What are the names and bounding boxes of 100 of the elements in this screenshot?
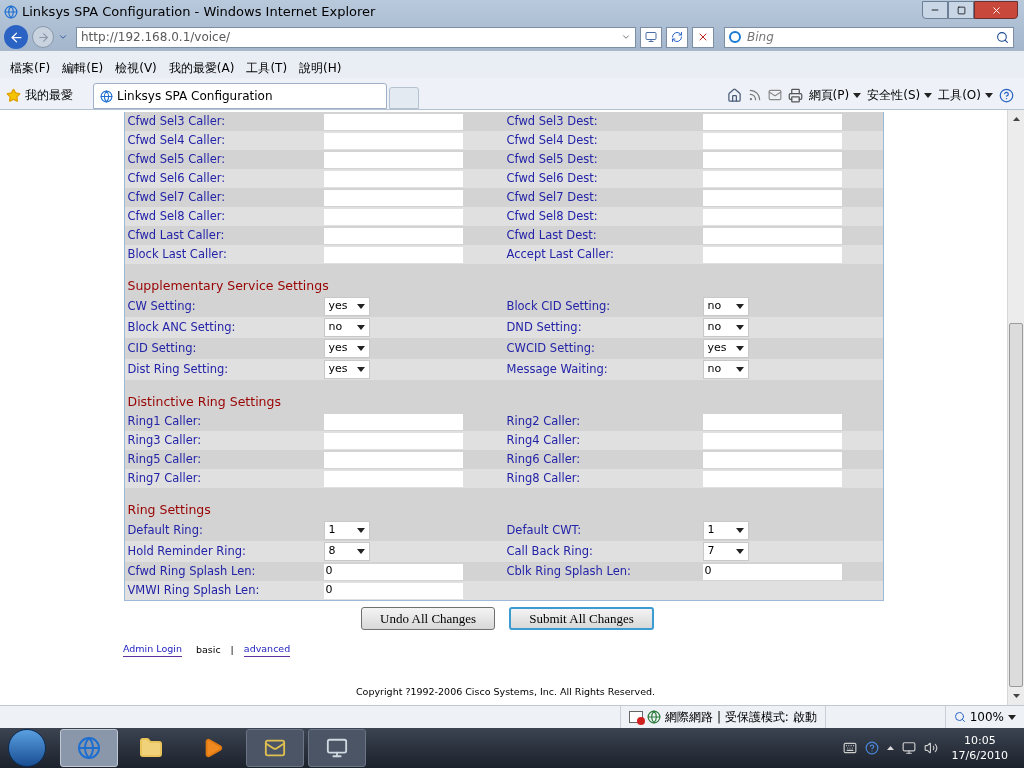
- mail-taskbar-icon[interactable]: [246, 729, 304, 767]
- feed-icon[interactable]: [747, 88, 762, 102]
- text-field[interactable]: 0: [323, 563, 463, 580]
- text-field[interactable]: [702, 189, 842, 206]
- caret-icon: [735, 346, 744, 351]
- dropdown[interactable]: no: [323, 318, 370, 337]
- field-label: Cfwd Sel7 Dest:: [506, 189, 599, 206]
- text-field[interactable]: [323, 113, 463, 130]
- text-field[interactable]: 0: [323, 582, 463, 599]
- dropdown[interactable]: no: [702, 318, 749, 337]
- refresh-icon: [671, 31, 683, 43]
- dropdown[interactable]: yes: [702, 339, 749, 358]
- stop-button[interactable]: [692, 26, 714, 48]
- form-button[interactable]: Submit All Changes: [509, 607, 654, 630]
- home-icon[interactable]: [726, 87, 742, 103]
- new-tab-button[interactable]: [389, 87, 419, 109]
- section-title: Distinctive Ring Settings: [127, 393, 281, 412]
- scroll-up-icon[interactable]: [1012, 117, 1020, 121]
- menu-item[interactable]: 我的最愛(A): [162, 58, 241, 77]
- text-field[interactable]: [702, 413, 842, 430]
- command-menu[interactable]: 工具(O): [938, 86, 993, 104]
- dropdown[interactable]: yes: [323, 297, 370, 316]
- dropdown-icon: [621, 32, 631, 42]
- text-field[interactable]: [323, 170, 463, 187]
- text-field[interactable]: 0: [702, 563, 842, 580]
- menu-item[interactable]: 檔案(F): [4, 58, 57, 77]
- dropdown[interactable]: no: [702, 360, 749, 379]
- text-field[interactable]: [323, 470, 463, 487]
- address-field[interactable]: http://192.168.0.1/voice/: [76, 26, 636, 48]
- dropdown[interactable]: yes: [323, 360, 370, 379]
- start-button[interactable]: [8, 729, 46, 767]
- text-field[interactable]: [323, 413, 463, 430]
- dropdown[interactable]: 7: [702, 542, 749, 561]
- menu-item[interactable]: 檢視(V): [109, 58, 163, 77]
- menu-item[interactable]: 編輯(E): [56, 58, 110, 77]
- browser-tab[interactable]: Linksys SPA Configuration: [93, 83, 387, 109]
- command-menu[interactable]: 安全性(S): [867, 86, 933, 104]
- dropdown[interactable]: no: [702, 297, 749, 316]
- text-field[interactable]: [702, 227, 842, 244]
- nav-link[interactable]: Admin Login: [123, 642, 182, 658]
- text-field[interactable]: [323, 227, 463, 244]
- window-taskbar-icon[interactable]: [308, 729, 366, 767]
- dropdown[interactable]: 1: [323, 521, 370, 540]
- menu-item[interactable]: 說明(H): [293, 58, 348, 77]
- form-button[interactable]: Undo All Changes: [361, 607, 496, 630]
- caret-icon: [356, 367, 365, 372]
- text-field[interactable]: [702, 132, 842, 149]
- text-field[interactable]: [702, 246, 842, 263]
- help-icon[interactable]: [999, 87, 1014, 103]
- text-field[interactable]: [702, 432, 842, 449]
- field-label: Block ANC Setting:: [127, 319, 237, 336]
- caret-icon: [853, 92, 862, 98]
- keyboard-icon[interactable]: [842, 741, 857, 755]
- help-icon[interactable]: [864, 741, 879, 755]
- dropdown[interactable]: yes: [323, 339, 370, 358]
- history-dropdown-icon[interactable]: [58, 32, 68, 42]
- text-field[interactable]: [702, 470, 842, 487]
- field-label: Cfwd Sel5 Caller:: [127, 151, 227, 168]
- command-menu[interactable]: 網頁(P): [808, 86, 862, 104]
- search-icon[interactable]: [996, 30, 1009, 44]
- minimize-button[interactable]: [922, 1, 948, 19]
- dropdown[interactable]: 1: [702, 521, 749, 540]
- text-field[interactable]: [702, 451, 842, 468]
- favorites-button[interactable]: 我的最愛: [25, 86, 73, 104]
- nav-link[interactable]: advanced: [243, 642, 291, 658]
- zoom-level[interactable]: 100%: [969, 708, 1004, 726]
- dropdown[interactable]: 8: [323, 542, 370, 561]
- text-field[interactable]: [702, 170, 842, 187]
- field-label: Ring7 Caller:: [127, 470, 203, 487]
- clock-date[interactable]: 17/6/2010: [951, 748, 1008, 763]
- refresh-button[interactable]: [666, 26, 688, 48]
- text-field[interactable]: [702, 113, 842, 130]
- text-field[interactable]: [702, 151, 842, 168]
- text-field[interactable]: [323, 208, 463, 225]
- search-field[interactable]: Bing: [724, 26, 1014, 48]
- text-field[interactable]: [323, 432, 463, 449]
- maximize-button[interactable]: [948, 1, 974, 19]
- menu-item[interactable]: 工具(T): [240, 58, 294, 77]
- back-button[interactable]: [4, 25, 28, 49]
- text-field[interactable]: [323, 451, 463, 468]
- text-field[interactable]: [323, 189, 463, 206]
- field-label: Cfwd Ring Splash Len:: [127, 563, 257, 580]
- compatibility-button[interactable]: [640, 26, 662, 48]
- show-hidden-icons-icon[interactable]: [886, 746, 894, 750]
- field-label: Block CID Setting:: [506, 298, 612, 315]
- clock-time[interactable]: 10:05: [963, 733, 996, 748]
- field-label: Cfwd Sel8 Dest:: [506, 208, 599, 225]
- scroll-down-icon[interactable]: [1012, 694, 1020, 698]
- field-label: Cfwd Sel7 Caller:: [127, 189, 227, 206]
- mail-icon[interactable]: [767, 88, 782, 102]
- scrollbar[interactable]: [1007, 110, 1024, 705]
- print-icon[interactable]: [787, 87, 803, 103]
- close-button[interactable]: [974, 1, 1018, 19]
- caret-icon: [735, 304, 744, 309]
- text-field[interactable]: [323, 151, 463, 168]
- text-field[interactable]: [702, 208, 842, 225]
- text-field[interactable]: [323, 132, 463, 149]
- field-label: CID Setting:: [127, 340, 198, 357]
- volume-icon[interactable]: [923, 741, 938, 755]
- text-field[interactable]: [323, 246, 463, 263]
